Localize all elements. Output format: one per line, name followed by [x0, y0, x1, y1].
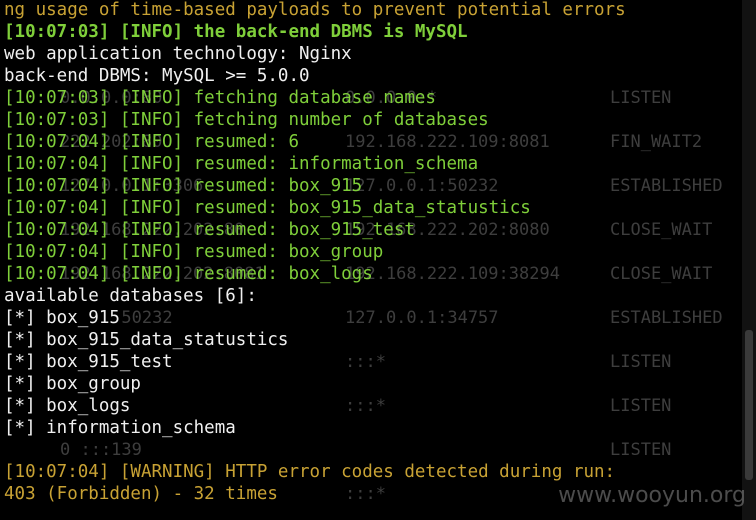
netstat-cell: 0 :::139: [60, 440, 142, 460]
netstat-cell: ESTABLISHED: [610, 176, 723, 196]
netstat-cell: LISTEN: [610, 396, 672, 416]
netstat-cell: 192.168.222.109:38294: [345, 264, 560, 284]
terminal-line: [*] box_915: [4, 307, 120, 329]
terminal-line: [10:07:03] [INFO] fetching database name…: [4, 88, 436, 108]
terminal-line: [*] information_schema: [4, 417, 236, 439]
netstat-cell: 127.0.0.1:50232: [345, 176, 499, 196]
terminal-line: [*] box_915_data_statustics: [4, 329, 289, 351]
terminal-line: [10:07:03] [INFO] fetching number of dat…: [4, 110, 489, 130]
netstat-cell: :::*: [345, 352, 386, 372]
terminal-line: [10:07:04] [WARNING] HTTP error codes de…: [4, 462, 616, 482]
terminal-line: available databases [6]:: [4, 285, 257, 307]
netstat-cell: FIN_WAIT2: [610, 132, 703, 152]
netstat-cell: CLOSE_WAIT: [610, 264, 713, 284]
netstat-cell: 192.168.222.109:8081: [345, 132, 550, 152]
netstat-cell: 127.0.0.1:34757: [345, 308, 499, 328]
terminal-line: [10:07:04] [INFO] resumed: box_group: [4, 242, 384, 262]
terminal-line: [10:07:04] [INFO] resumed: 6: [4, 132, 300, 152]
netstat-cell: ESTABLISHED: [610, 308, 723, 328]
terminal-line: [10:07:03] [INFO] the back-end DBMS is M…: [4, 22, 468, 42]
terminal-line: [10:07:04] [INFO] resumed: box_915_data_…: [4, 198, 531, 218]
terminal-line: [*] box_group: [4, 373, 141, 395]
terminal-line: [10:07:04] [INFO] resumed: box_logs: [4, 264, 373, 284]
terminal-line: ng usage of time-based payloads to preve…: [4, 0, 626, 20]
terminal-line: web application technology: Nginx: [4, 43, 352, 65]
terminal-line: [10:07:04] [INFO] resumed: information_s…: [4, 154, 479, 174]
netstat-cell: CLOSE_WAIT: [610, 220, 713, 240]
netstat-row: 0 :::139 LISTEN: [0, 440, 740, 462]
terminal-line: back-end DBMS: MySQL >= 5.0.0: [4, 65, 310, 87]
scrollbar-thumb[interactable]: [745, 330, 753, 480]
netstat-cell: :::*: [345, 396, 386, 416]
terminal-line: [10:07:04] [INFO] resumed: box_915_test: [4, 220, 415, 240]
terminal-line: 403 (Forbidden) - 32 times: [4, 484, 278, 504]
terminal-line: [10:07:04] [INFO] resumed: box_915: [4, 176, 363, 196]
netstat-cell: LISTEN: [610, 352, 672, 372]
terminal-line: [*] box_logs: [4, 395, 131, 417]
terminal-scrollbar[interactable]: [742, 0, 756, 520]
terminal-line: [*] box_915_test: [4, 351, 173, 373]
netstat-cell: LISTEN: [610, 440, 672, 460]
netstat-cell: LISTEN: [610, 88, 672, 108]
netstat-cell: :::*: [345, 484, 386, 504]
watermark: www.wooyun.org: [558, 483, 746, 508]
